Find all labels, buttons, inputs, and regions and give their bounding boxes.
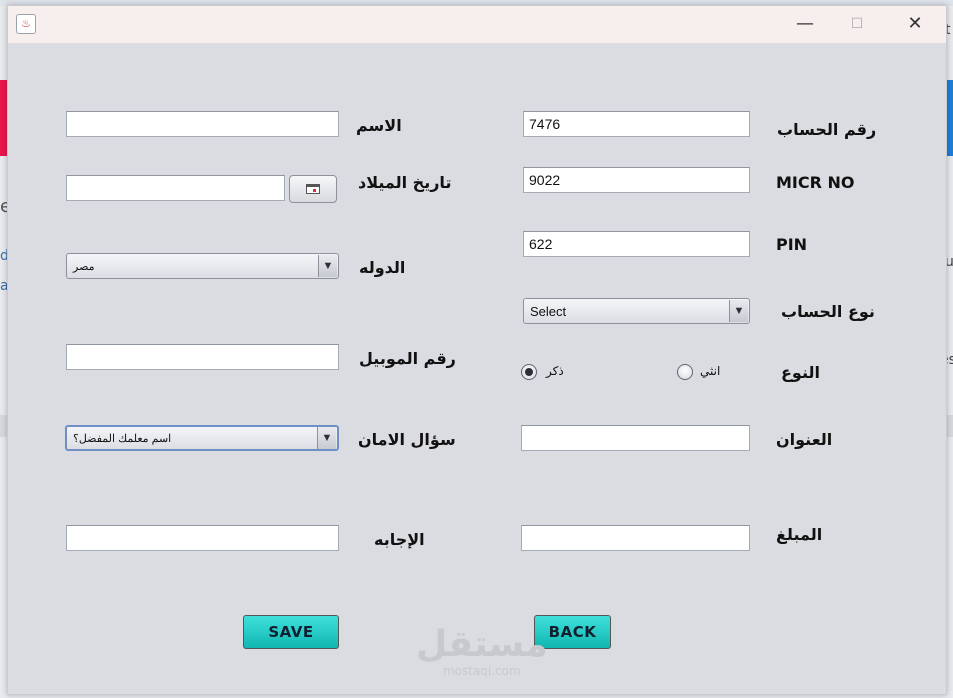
chevron-down-icon: ▼ bbox=[317, 427, 336, 449]
country-select[interactable]: مصر ▼ bbox=[66, 253, 339, 279]
amount-input[interactable] bbox=[521, 525, 750, 551]
mobile-label: رقم الموبيل bbox=[359, 349, 456, 368]
dob-label: تاريخ الميلاد bbox=[358, 173, 452, 192]
account-type-selected-value: Select bbox=[530, 304, 567, 319]
answer-label: الإجابه bbox=[374, 530, 425, 549]
address-input[interactable] bbox=[521, 425, 750, 451]
java-cup-icon: ♨ bbox=[16, 14, 36, 34]
micr-number-label: MICR NO bbox=[776, 173, 855, 192]
country-label: الدوله bbox=[359, 258, 406, 277]
account-type-select[interactable]: Select ▼ bbox=[523, 298, 750, 324]
country-selected-value: مصر bbox=[73, 261, 95, 273]
address-label: العنوان bbox=[776, 430, 833, 449]
maximize-button[interactable]: ☐ bbox=[844, 12, 870, 36]
save-button[interactable]: SAVE bbox=[243, 615, 339, 649]
chevron-down-icon: ▼ bbox=[729, 300, 748, 322]
security-question-select[interactable]: اسم معلمك المفضل؟ ▼ bbox=[65, 425, 339, 451]
watermark-logo: مستقل mostaqi.com bbox=[416, 624, 548, 679]
gender-male-radio[interactable] bbox=[521, 364, 537, 380]
pin-input[interactable] bbox=[523, 231, 750, 257]
amount-label: المبلغ bbox=[776, 525, 823, 544]
security-question-selected-value: اسم معلمك المفضل؟ bbox=[73, 433, 172, 445]
close-button[interactable]: ✕ bbox=[902, 12, 928, 36]
dob-input[interactable] bbox=[66, 175, 285, 201]
account-number-input[interactable] bbox=[523, 111, 750, 137]
registration-window: ♨ — ☐ ✕ الاسم تاريخ الميلاد مصر ▼ الدوله… bbox=[7, 5, 947, 695]
date-picker-button[interactable] bbox=[289, 175, 337, 203]
gender-label: النوع bbox=[781, 363, 820, 382]
account-type-label: نوع الحساب bbox=[781, 302, 875, 321]
gender-male-label: ذكر bbox=[546, 364, 564, 378]
name-label: الاسم bbox=[356, 116, 402, 135]
name-input[interactable] bbox=[66, 111, 339, 137]
watermark-sub-text: mostaqi.com bbox=[442, 664, 521, 678]
account-number-label: رقم الحساب bbox=[777, 120, 877, 139]
micr-number-input[interactable] bbox=[523, 167, 750, 193]
watermark-main-text: مستقل bbox=[416, 624, 548, 665]
gender-female-label: انثي bbox=[700, 364, 721, 378]
chevron-down-icon: ▼ bbox=[318, 255, 337, 277]
minimize-button[interactable]: — bbox=[792, 12, 818, 36]
mobile-input[interactable] bbox=[66, 344, 339, 370]
title-bar[interactable]: ♨ — ☐ ✕ bbox=[8, 6, 946, 43]
security-question-label: سؤال الامان bbox=[358, 430, 456, 449]
answer-input[interactable] bbox=[66, 525, 339, 551]
gender-female-radio[interactable] bbox=[677, 364, 693, 380]
calendar-icon bbox=[306, 184, 320, 194]
pin-label: PIN bbox=[776, 235, 808, 254]
